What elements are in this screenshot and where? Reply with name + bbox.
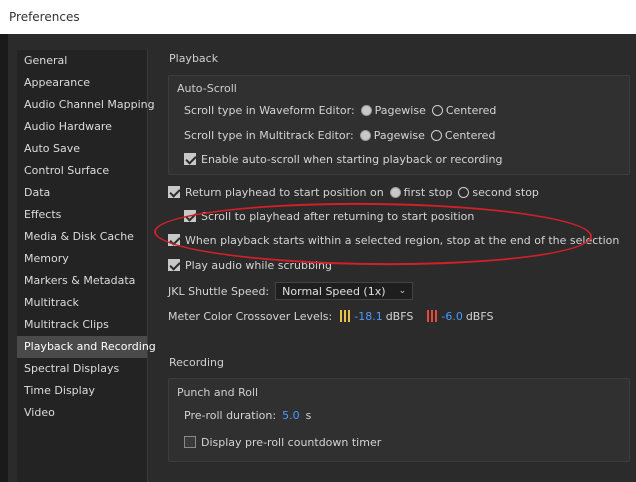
- jkl-shuttle-label: JKL Shuttle Speed:: [168, 284, 270, 298]
- play-audio-scrubbing-checkbox[interactable]: [168, 259, 180, 271]
- second-stop-radio[interactable]: [458, 186, 470, 198]
- sidebar-item-effects[interactable]: Effects: [17, 204, 147, 226]
- return-playhead-row: Return playhead to start position on fir…: [168, 183, 539, 201]
- red-crossover-value[interactable]: -6.0: [441, 310, 462, 323]
- preroll-countdown-label: Display pre-roll countdown timer: [201, 435, 382, 449]
- preroll-duration-label: Pre-roll duration:: [184, 408, 277, 422]
- waveform-pagewise-label: Pagewise: [374, 103, 426, 117]
- red-crossover-unit: dBFS: [465, 309, 494, 323]
- chevron-down-icon: ⌄: [398, 286, 407, 296]
- sidebar-item-multitrack-clips[interactable]: Multitrack Clips: [17, 314, 147, 336]
- playback-section-title: Playback: [169, 52, 219, 65]
- sidebar-item-spectral-displays[interactable]: Spectral Displays: [17, 358, 147, 380]
- sidebar-item-appearance[interactable]: Appearance: [17, 72, 147, 94]
- multitrack-pagewise-radio[interactable]: [359, 129, 371, 141]
- yellow-crossover-unit: dBFS: [385, 309, 414, 323]
- background-strip: [0, 34, 8, 482]
- scroll-to-playhead-checkbox[interactable]: [184, 210, 196, 222]
- waveform-centered-label: Centered: [445, 103, 497, 117]
- return-playhead-checkbox[interactable]: [168, 186, 180, 198]
- meter-crossover-label: Meter Color Crossover Levels:: [168, 309, 333, 323]
- sidebar-item-video[interactable]: Video: [17, 402, 147, 424]
- sidebar-item-memory[interactable]: Memory: [17, 248, 147, 270]
- play-audio-scrubbing-row: Play audio while scrubbing: [168, 256, 332, 274]
- title-bar: Preferences: [0, 0, 636, 34]
- sidebar-item-playback-and-recording[interactable]: Playback and Recording: [17, 336, 156, 358]
- auto-scroll-title: Auto-Scroll: [177, 82, 237, 95]
- multitrack-scroll-label: Scroll type in Multitrack Editor:: [184, 128, 354, 142]
- sidebar-item-control-surface[interactable]: Control Surface: [17, 160, 147, 182]
- waveform-scroll-label: Scroll type in Waveform Editor:: [184, 103, 355, 117]
- stop-at-selection-row: When playback starts within a selected r…: [168, 231, 619, 249]
- preroll-duration-value[interactable]: 5.0: [282, 409, 300, 422]
- stop-at-selection-label: When playback starts within a selected r…: [185, 233, 620, 247]
- sidebar-item-media-disk-cache[interactable]: Media & Disk Cache: [17, 226, 147, 248]
- jkl-shuttle-row: JKL Shuttle Speed: Normal Speed (1x) ⌄: [168, 282, 414, 300]
- meter-crossover-row: Meter Color Crossover Levels: -18.1 dBFS…: [168, 307, 493, 325]
- return-playhead-label: Return playhead to start position on: [185, 185, 384, 199]
- multitrack-scroll-row: Scroll type in Multitrack Editor: Pagewi…: [184, 126, 495, 144]
- enable-autoscroll-label: Enable auto-scroll when starting playbac…: [201, 152, 503, 166]
- sidebar-item-auto-save[interactable]: Auto Save: [17, 138, 147, 160]
- red-meter-swatch-icon[interactable]: [427, 310, 439, 322]
- multitrack-centered-label: Centered: [444, 128, 496, 142]
- sidebar-item-audio-hardware[interactable]: Audio Hardware: [17, 116, 147, 138]
- first-stop-label: first stop: [403, 185, 453, 199]
- second-stop-label: second stop: [472, 185, 539, 199]
- first-stop-radio[interactable]: [389, 186, 401, 198]
- preroll-duration-row: Pre-roll duration: 5.0 s: [184, 406, 311, 424]
- window-title: Preferences: [9, 10, 80, 24]
- multitrack-pagewise-label: Pagewise: [373, 128, 425, 142]
- preroll-countdown-checkbox[interactable]: [184, 436, 196, 448]
- waveform-pagewise-radio[interactable]: [360, 104, 372, 116]
- jkl-shuttle-speed-value: Normal Speed (1x): [282, 284, 386, 298]
- sidebar-item-general[interactable]: General: [17, 50, 147, 72]
- multitrack-centered-radio[interactable]: [430, 129, 442, 141]
- preferences-sidebar: General Appearance Audio Channel Mapping…: [17, 50, 156, 482]
- preroll-duration-unit: s: [305, 408, 312, 422]
- yellow-meter-swatch-icon[interactable]: [340, 310, 352, 322]
- sidebar-item-time-display[interactable]: Time Display: [17, 380, 147, 402]
- enable-autoscroll-row: Enable auto-scroll when starting playbac…: [184, 150, 502, 168]
- waveform-centered-radio[interactable]: [431, 104, 443, 116]
- sidebar-item-multitrack[interactable]: Multitrack: [17, 292, 147, 314]
- waveform-scroll-row: Scroll type in Waveform Editor: Pagewise…: [184, 101, 496, 119]
- sidebar-item-data[interactable]: Data: [17, 182, 147, 204]
- yellow-crossover-value[interactable]: -18.1: [354, 310, 382, 323]
- stop-at-selection-checkbox[interactable]: [168, 234, 180, 246]
- recording-section-title: Recording: [169, 356, 225, 369]
- punch-and-roll-title: Punch and Roll: [177, 386, 259, 399]
- scroll-to-playhead-row: Scroll to playhead after returning to st…: [184, 207, 474, 225]
- preroll-countdown-row: Display pre-roll countdown timer: [184, 433, 381, 451]
- sidebar-item-audio-channel-mapping[interactable]: Audio Channel Mapping: [17, 94, 155, 116]
- enable-autoscroll-checkbox[interactable]: [184, 153, 196, 165]
- jkl-shuttle-speed-select[interactable]: Normal Speed (1x) ⌄: [275, 282, 414, 300]
- scroll-to-playhead-label: Scroll to playhead after returning to st…: [201, 209, 475, 223]
- play-audio-scrubbing-label: Play audio while scrubbing: [185, 258, 333, 272]
- sidebar-item-markers-metadata[interactable]: Markers & Metadata: [17, 270, 147, 292]
